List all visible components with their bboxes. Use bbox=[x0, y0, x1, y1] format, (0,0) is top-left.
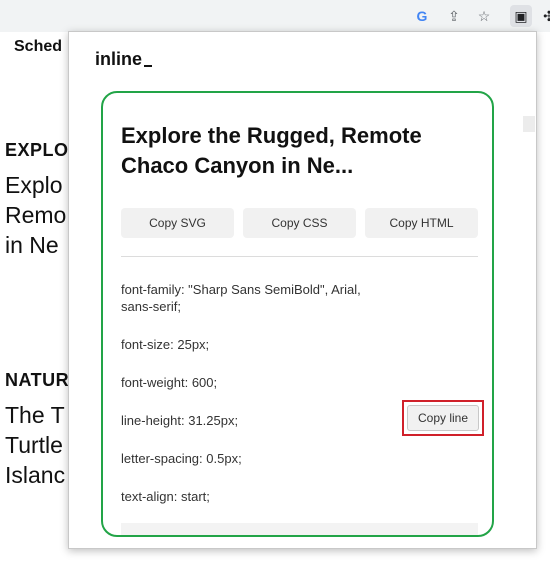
article-title-line[interactable]: Turtle bbox=[5, 430, 63, 460]
copy-line-highlight: Copy line bbox=[402, 400, 484, 436]
article-title-line[interactable]: The T bbox=[5, 400, 65, 430]
css-property-row: line-height: 31.25px; Copy line bbox=[121, 400, 484, 436]
puzzle-icon[interactable]: ✣ bbox=[540, 7, 550, 25]
article-title-line[interactable]: Islanc bbox=[5, 460, 65, 490]
copy-css-button[interactable]: Copy CSS bbox=[243, 208, 356, 238]
cursor-mark bbox=[144, 65, 153, 67]
share-icon[interactable]: ⇪ bbox=[445, 7, 463, 25]
css-property-list: font-family: "Sharp Sans SemiBold", Aria… bbox=[121, 281, 484, 505]
browser-toolbar: G ⇪ ☆ ▣ ✣ bbox=[0, 0, 550, 32]
extension-popup: inline Explore the Rugged, Remote Chaco … bbox=[68, 31, 537, 549]
css-property-line[interactable]: font-size: 25px; bbox=[121, 336, 478, 353]
css-property-line[interactable]: font-weight: 600; bbox=[121, 374, 478, 391]
article-title-line[interactable]: Remo bbox=[5, 200, 66, 230]
copy-svg-button[interactable]: Copy SVG bbox=[121, 208, 234, 238]
article-title-line[interactable]: in Ne bbox=[5, 230, 59, 260]
copy-html-button[interactable]: Copy HTML bbox=[365, 208, 478, 238]
section-category: EXPLO bbox=[5, 140, 69, 160]
list-bottom-fade bbox=[121, 523, 478, 535]
brand-text: inline bbox=[95, 49, 143, 69]
copy-actions: Copy SVG Copy CSS Copy HTML bbox=[121, 208, 478, 238]
css-property-line[interactable]: line-height: 31.25px; bbox=[121, 413, 238, 428]
scrollbar-thumb[interactable] bbox=[523, 116, 535, 132]
extension-sidebar-icon[interactable]: ▣ bbox=[510, 5, 532, 27]
article-title-line[interactable]: Explo bbox=[5, 170, 63, 200]
section-category: NATUR bbox=[5, 370, 70, 390]
css-property-line[interactable]: letter-spacing: 0.5px; bbox=[121, 450, 478, 467]
css-property-line[interactable]: font-family: "Sharp Sans SemiBold", Aria… bbox=[121, 281, 371, 315]
divider bbox=[121, 256, 478, 257]
page-header-text[interactable]: Sched bbox=[14, 38, 62, 56]
star-icon[interactable]: ☆ bbox=[475, 7, 493, 25]
copy-line-button[interactable]: Copy line bbox=[407, 405, 479, 431]
element-title: Explore the Rugged, Remote Chaco Canyon … bbox=[121, 123, 422, 178]
brand-logo: inline bbox=[95, 49, 153, 70]
google-icon[interactable]: G bbox=[413, 7, 431, 25]
inspected-element-card: Explore the Rugged, Remote Chaco Canyon … bbox=[101, 91, 494, 537]
css-property-line[interactable]: text-align: start; bbox=[121, 488, 478, 505]
